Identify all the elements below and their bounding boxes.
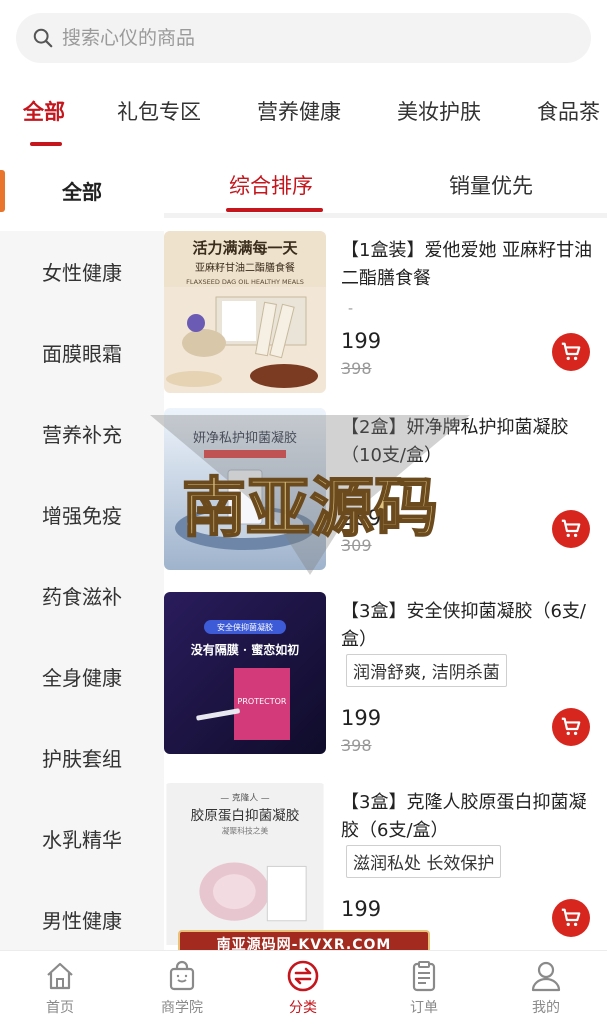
product-image[interactable]: 妍净私护抑菌凝胶 (164, 408, 326, 570)
add-to-cart-button[interactable] (552, 510, 590, 548)
search-box[interactable] (16, 13, 591, 63)
sidebar-item-label: 营养补充 (42, 423, 122, 447)
sidebar-item-label: 水乳精华 (42, 828, 122, 852)
sidebar-item-skincare-sets[interactable]: 护肤套组 (0, 717, 164, 798)
sort-tab-comprehensive[interactable]: 综合排序 (229, 170, 313, 200)
sidebar-item-mens-health[interactable]: 男性健康 (0, 879, 164, 960)
product-image-headline: 活力满满每一天 (192, 239, 298, 257)
product-title[interactable]: 【3盒】克隆人胶原蛋白抑菌凝胶（6支/盒） (341, 789, 599, 845)
active-tab-underline (30, 142, 62, 146)
product-original-price: 398 (341, 359, 372, 378)
nav-label: 订单 (410, 1000, 438, 1016)
product-tag-placeholder: - (348, 301, 354, 317)
sort-active-underline (226, 208, 323, 212)
nav-label: 分类 (289, 1000, 317, 1016)
sidebar: 全部 女性健康 面膜眼霜 营养补充 增强免疫 药食滋补 全身健康 护肤套组 水乳… (0, 150, 164, 950)
nav-category[interactable]: 分类 (263, 959, 343, 1017)
sidebar-item-label: 药食滋补 (42, 585, 122, 609)
sidebar-item-body-health[interactable]: 全身健康 (0, 636, 164, 717)
nav-profile[interactable]: 我的 (506, 959, 586, 1017)
product-image-brand: — 克隆人 — (220, 791, 269, 803)
product-card[interactable]: 活力满满每一天 亚麻籽甘油二酯膳食餐 FLAXSEED DAG OIL HEAL… (164, 231, 607, 407)
sidebar-item-food-tonics[interactable]: 药食滋补 (0, 555, 164, 636)
user-icon (531, 961, 561, 992)
sidebar-item-nutrition-supplements[interactable]: 营养补充 (0, 393, 164, 474)
cart-icon (561, 519, 581, 538)
product-image-caption: FLAXSEED DAG OIL HEALTHY MEALS (186, 278, 304, 286)
sidebar-item-label: 全部 (62, 180, 102, 204)
sidebar-active-indicator (0, 170, 5, 212)
bottom-nav: 首页 商学院 分类 订单 我的 (0, 950, 607, 1024)
sidebar-item-label: 护肤套组 (42, 747, 122, 771)
add-to-cart-button[interactable] (552, 708, 590, 746)
product-original-price: 398 (341, 736, 372, 755)
product-image[interactable]: 活力满满每一天 亚麻籽甘油二酯膳食餐 FLAXSEED DAG OIL HEAL… (164, 231, 326, 393)
nav-label: 首页 (46, 1000, 74, 1016)
nav-label: 商学院 (161, 1000, 203, 1016)
sidebar-item-label: 全身健康 (42, 666, 122, 690)
search-icon (33, 28, 53, 48)
shopping-bag-icon (169, 960, 195, 991)
sidebar-item-lotion-essence[interactable]: 水乳精华 (0, 798, 164, 879)
product-title[interactable]: 【3盒】安全侠抑菌凝胶（6支/盒） (341, 598, 599, 654)
product-image-headline: 妍净私护抑菌凝胶 (193, 430, 297, 446)
add-to-cart-button[interactable] (552, 899, 590, 937)
add-to-cart-button[interactable] (552, 333, 590, 371)
product-price: 199 (341, 897, 382, 921)
category-tabs: 全部 礼包专区 营养健康 美妆护肤 食品茶 (0, 78, 607, 150)
sidebar-item-masks-eye-cream[interactable]: 面膜眼霜 (0, 312, 164, 393)
sidebar-item-label: 增强免疫 (42, 504, 122, 528)
product-original-price: 309 (341, 536, 372, 555)
tab-beauty-skincare[interactable]: 美妆护肤 (397, 96, 481, 126)
sidebar-item-label: 女性健康 (42, 261, 122, 285)
product-image-headline: 胶原蛋白抑菌凝胶 (191, 807, 300, 824)
product-price: 199 (341, 329, 382, 353)
product-card[interactable]: 安全侠抑菌凝胶 没有隔膜 · 蜜恋如初 PROTECTOR 【3盒】安全侠抑菌凝… (164, 592, 607, 768)
sidebar-item-womens-health[interactable]: 女性健康 (0, 231, 164, 312)
nav-home[interactable]: 首页 (20, 959, 100, 1017)
tab-nutrition-health[interactable]: 营养健康 (257, 96, 341, 126)
product-image[interactable]: 安全侠抑菌凝胶 没有隔膜 · 蜜恋如初 PROTECTOR (164, 592, 326, 754)
cart-icon (561, 342, 581, 361)
tab-all[interactable]: 全部 (23, 96, 65, 126)
product-title[interactable]: 【1盒装】爱他爱她 亚麻籽甘油二酯膳食餐 (341, 237, 599, 293)
nav-business-school[interactable]: 商学院 (142, 959, 222, 1017)
product-image-subtitle: 没有隔膜 · 蜜恋如初 (191, 642, 300, 657)
sidebar-item-all[interactable]: 全部 (0, 150, 164, 231)
nav-orders[interactable]: 订单 (384, 959, 464, 1017)
sidebar-item-immunity[interactable]: 增强免疫 (0, 474, 164, 555)
category-icon (287, 960, 319, 992)
product-image-caption: 凝聚科技之美 (222, 825, 269, 835)
nav-label: 我的 (532, 1000, 560, 1016)
product-card[interactable]: — 克隆人 — 胶原蛋白抑菌凝胶 凝聚科技之美 【3盒】克隆人胶原蛋白抑菌凝胶（… (164, 783, 607, 950)
product-image-subtitle: 亚麻籽甘油二酯膳食餐 (195, 261, 295, 274)
cart-icon (561, 717, 581, 736)
tab-food-tea[interactable]: 食品茶 (537, 96, 600, 126)
sort-tab-sales[interactable]: 销量优先 (449, 170, 533, 200)
search-bar (0, 0, 607, 78)
search-input[interactable] (62, 27, 542, 49)
sort-bar: 综合排序 销量优先 (164, 150, 607, 218)
product-price: 199 (341, 706, 382, 730)
cart-icon (561, 908, 581, 927)
order-icon (412, 961, 436, 992)
tab-gift-packs[interactable]: 礼包专区 (117, 96, 201, 126)
product-tag: 润滑舒爽, 洁阴杀菌 (346, 654, 507, 687)
product-image-headline: 安全侠抑菌凝胶 (217, 622, 273, 632)
product-price: 289 (341, 506, 382, 530)
product-image-caption: PROTECTOR (238, 697, 287, 706)
product-image[interactable]: — 克隆人 — 胶原蛋白抑菌凝胶 凝聚科技之美 (164, 783, 326, 950)
product-tag: 滋润私处 长效保护 (346, 845, 502, 878)
sidebar-item-label: 面膜眼霜 (42, 342, 122, 366)
sidebar-item-label: 男性健康 (42, 909, 122, 933)
product-title[interactable]: 【2盒】妍净牌私护抑菌凝胶（10支/盒） (341, 414, 599, 470)
product-card[interactable]: 妍净私护抑菌凝胶 【2盒】妍净牌私护抑菌凝胶（10支/盒） 289 309 (164, 408, 607, 584)
home-icon (47, 962, 73, 990)
